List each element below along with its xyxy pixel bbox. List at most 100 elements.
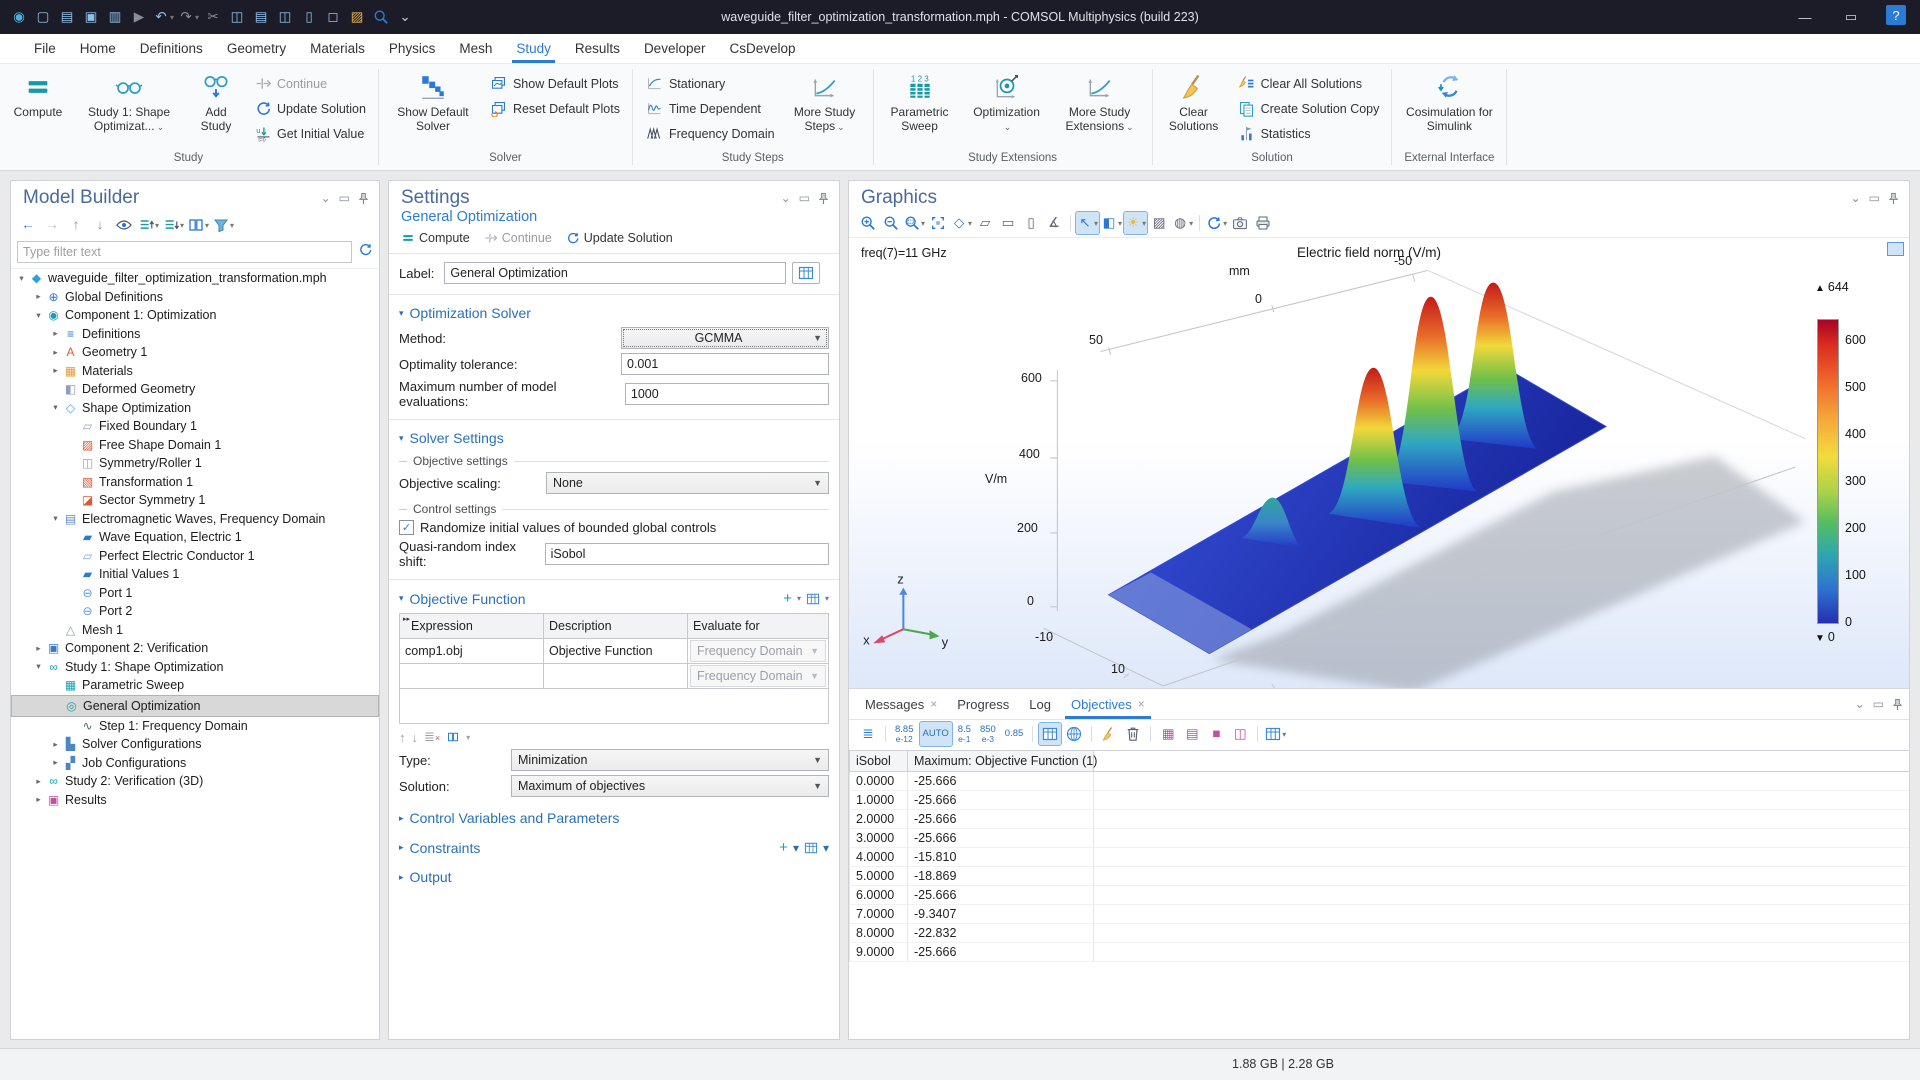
plot-3d-surface[interactable]: z x y freq(7)=11 GHz Electric field norm… xyxy=(849,238,1909,688)
open-file-button[interactable]: ▤ xyxy=(56,6,78,28)
menu-definitions[interactable]: Definitions xyxy=(128,34,215,63)
stationary-button[interactable]: Stationary xyxy=(640,71,780,96)
refresh-icon[interactable] xyxy=(358,242,373,262)
study1-button[interactable]: Study 1: Shape Optimizat...⌄ xyxy=(72,67,186,134)
randomize-checkbox[interactable]: ✓ xyxy=(399,520,414,535)
tree-node-job-configurations[interactable]: ▸▞Job Configurations xyxy=(11,754,379,773)
objectives-row[interactable]: 0.0000-25.666 xyxy=(850,772,1910,791)
description-cell[interactable] xyxy=(544,664,688,689)
objectives-col-isobol[interactable]: iSobol xyxy=(850,751,908,772)
menu-materials[interactable]: Materials xyxy=(298,34,377,63)
table-graph-button[interactable]: ▤ xyxy=(1181,723,1203,745)
tree-node-study-2-verification-3d-[interactable]: ▸∞Study 2: Verification (3D) xyxy=(11,772,379,791)
objectives-row[interactable]: 3.0000-25.666 xyxy=(850,829,1910,848)
delete-button[interactable]: ▯ xyxy=(298,6,320,28)
show-default-solver-button[interactable]: Show Default Solver xyxy=(384,67,482,133)
toolbar-overflow-button[interactable]: ⌄ xyxy=(394,6,416,28)
panel-collapse-icon[interactable]: ⌄ xyxy=(781,191,791,205)
section-optimization-solver[interactable]: ▾ Optimization Solver xyxy=(399,305,829,321)
tree-node-step-1-frequency-domain[interactable]: ∿Step 1: Frequency Domain xyxy=(11,717,379,736)
panel-float-icon[interactable]: ▭ xyxy=(1873,697,1884,711)
move-down-icon[interactable]: ↓ xyxy=(412,730,419,745)
select-mode-button[interactable]: ↖▾ xyxy=(1076,212,1099,234)
tree-node-general-optimization[interactable]: ◎General Optimization xyxy=(11,695,379,717)
quasi-input[interactable]: iSobol xyxy=(545,543,829,565)
full-precision-button[interactable]: ≣ xyxy=(857,723,879,745)
precision-885-button[interactable]: 8.85e-12 xyxy=(892,722,917,746)
redo-button[interactable]: ↷▾ xyxy=(177,6,200,28)
transparency-button[interactable]: ▨ xyxy=(1148,212,1170,234)
tree-node-shape-optimization[interactable]: ▾◇Shape Optimization xyxy=(11,399,379,418)
tree-expander-icon[interactable]: ▸ xyxy=(49,757,62,768)
tree-node-transformation-1[interactable]: ▧Transformation 1 xyxy=(11,473,379,492)
tree-node-sector-symmetry-1[interactable]: ◪Sector Symmetry 1 xyxy=(11,491,379,510)
expression-cell[interactable]: comp1.obj xyxy=(400,639,544,664)
tree-node-perfect-electric-conductor-1[interactable]: ▱Perfect Electric Conductor 1 xyxy=(11,547,379,566)
panel-pin-icon[interactable] xyxy=(818,192,829,205)
menu-results[interactable]: Results xyxy=(563,34,632,63)
color-mode-button[interactable]: ◧▾ xyxy=(1100,212,1123,234)
objective-row[interactable]: Frequency Domain▼ xyxy=(400,664,829,689)
more-study-extensions-button[interactable]: More Study Extensions⌄ xyxy=(1053,67,1147,134)
expand-all-button[interactable]: ▾ xyxy=(162,214,185,236)
forward-button[interactable]: → xyxy=(41,214,63,236)
evaluate-for-select[interactable]: Frequency Domain▼ xyxy=(690,640,826,662)
tree-node-initial-values-1[interactable]: ▰Initial Values 1 xyxy=(11,565,379,584)
tab-messages[interactable]: Messages× xyxy=(855,689,947,719)
move-up-button[interactable]: ↑ xyxy=(65,214,87,236)
tree-node-study-1-shape-optimization[interactable]: ▾∞Study 1: Shape Optimization xyxy=(11,658,379,677)
section-output[interactable]: ▸ Output xyxy=(399,869,829,885)
menu-study[interactable]: Study xyxy=(504,34,563,63)
load-table-icon[interactable] xyxy=(806,593,820,605)
objectives-row[interactable]: 2.0000-25.666 xyxy=(850,810,1910,829)
tree-expander-icon[interactable]: ▸ xyxy=(49,365,62,376)
tab-log[interactable]: Log xyxy=(1019,689,1061,719)
objective-scaling-select[interactable]: None▼ xyxy=(546,472,829,494)
clear-table-button[interactable] xyxy=(1098,723,1120,745)
panel-collapse-icon[interactable]: ⌄ xyxy=(1851,191,1861,205)
filter-input[interactable] xyxy=(17,241,352,263)
settings-compute-button[interactable]: Compute xyxy=(401,231,470,245)
add-study-button[interactable]: Add Study xyxy=(186,67,246,133)
tree-node-free-shape-domain-1[interactable]: ▨Free Shape Domain 1 xyxy=(11,436,379,455)
tree-node-fixed-boundary-1[interactable]: ▱Fixed Boundary 1 xyxy=(11,417,379,436)
table-format-button[interactable] xyxy=(1039,723,1061,745)
cosimulation-button[interactable]: Cosimulation for Simulink xyxy=(1397,67,1501,133)
more-study-steps-button[interactable]: More Study Steps⌄ xyxy=(782,67,868,134)
statistics-button[interactable]: Statistics xyxy=(1232,121,1385,146)
tree-expander-icon[interactable]: ▾ xyxy=(15,273,28,284)
section-objective-function[interactable]: ▾ Objective Function +▾ ▾ xyxy=(399,590,829,607)
copy-table-button[interactable]: ◫ xyxy=(1229,723,1251,745)
show-default-plots-button[interactable]: Show Default Plots xyxy=(484,71,625,96)
collapse-all-button[interactable]: ▾ xyxy=(137,214,160,236)
zoom-extents-button[interactable] xyxy=(927,212,949,234)
view-yz-button[interactable]: ▭ xyxy=(997,212,1019,234)
tree-expander-icon[interactable]: ▸ xyxy=(32,643,45,654)
objectives-row[interactable]: 1.0000-25.666 xyxy=(850,791,1910,810)
section-control-variables[interactable]: ▸ Control Variables and Parameters xyxy=(399,810,829,826)
refresh-plot-button[interactable]: ▾ xyxy=(1205,212,1228,234)
settings-continue-button[interactable]: Continue xyxy=(484,231,552,245)
tree-node-results[interactable]: ▸▣Results xyxy=(11,791,379,810)
tree-expander-icon[interactable]: ▸ xyxy=(32,776,45,787)
objectives-row[interactable]: 8.0000-22.832 xyxy=(850,924,1910,943)
tree-node-port-1[interactable]: ⊖Port 1 xyxy=(11,584,379,603)
new-file-button[interactable]: ▢ xyxy=(32,6,54,28)
menu-developer[interactable]: Developer xyxy=(632,34,718,63)
method-select[interactable]: GCMMA▼ xyxy=(621,327,829,349)
constraint-table-icon[interactable] xyxy=(804,842,818,854)
environment-button[interactable]: ◍▾ xyxy=(1171,212,1194,234)
tree-node-mesh-1[interactable]: △Mesh 1 xyxy=(11,621,379,640)
panel-float-icon[interactable]: ▭ xyxy=(1869,191,1880,205)
tree-node-port-2[interactable]: ⊖Port 2 xyxy=(11,602,379,621)
panel-float-icon[interactable]: ▭ xyxy=(339,191,350,205)
zoom-box-button[interactable]: ▾ xyxy=(903,212,926,234)
save-button[interactable]: ▣ xyxy=(80,6,102,28)
expression-cell[interactable] xyxy=(400,664,544,689)
view-xy-button[interactable]: ▱ xyxy=(974,212,996,234)
tree-node-electromagnetic-waves-frequency-domain[interactable]: ▾▤Electromagnetic Waves, Frequency Domai… xyxy=(11,510,379,529)
menu-file[interactable]: File xyxy=(22,34,68,63)
polar-format-button[interactable] xyxy=(1063,723,1085,745)
tree-node-waveguide-filter-optimization-transforma[interactable]: ▾◆waveguide_filter_optimization_transfor… xyxy=(11,269,379,288)
tree-expander-icon[interactable]: ▾ xyxy=(49,513,62,524)
